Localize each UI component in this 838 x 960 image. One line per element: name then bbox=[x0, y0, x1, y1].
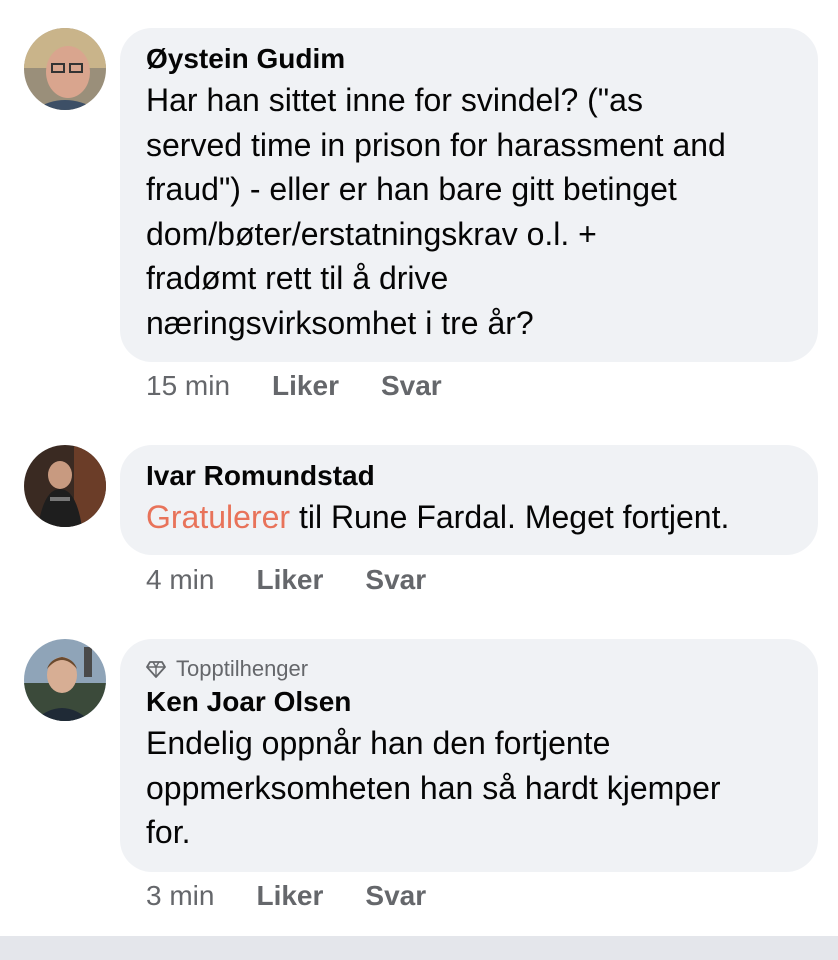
top-fan-badge: Topptilhenger bbox=[146, 655, 792, 683]
comment-text-line: Endelig oppnår han den fortjente bbox=[146, 725, 611, 761]
comment-text: Gratulerer til Rune Fardal. Meget fortje… bbox=[146, 495, 792, 540]
comment-timestamp[interactable]: 3 min bbox=[146, 879, 214, 913]
comment-text-line: fraud") - eller er han bare gitt betinge… bbox=[146, 171, 677, 207]
comment-text-line: fradømt rett til å drive bbox=[146, 260, 449, 296]
avatar-photo bbox=[24, 28, 106, 110]
comment-timestamp[interactable]: 4 min bbox=[146, 563, 214, 597]
comment-text-rest: til Rune Fardal. Meget fortjent. bbox=[290, 499, 730, 535]
comment-author[interactable]: Øystein Gudim bbox=[146, 42, 792, 76]
reply-button[interactable]: Svar bbox=[365, 879, 426, 913]
avatar-photo bbox=[24, 445, 106, 527]
comment-bubble-2: Ivar Romundstad Gratulerer til Rune Fard… bbox=[120, 445, 818, 555]
like-button[interactable]: Liker bbox=[272, 369, 339, 403]
avatar-oystein-gudim[interactable] bbox=[24, 28, 106, 110]
comment-bubble-1: Øystein Gudim Har han sittet inne for sv… bbox=[120, 28, 818, 362]
comment-actions-2: 4 min Liker Svar bbox=[146, 563, 468, 597]
comment-author[interactable]: Ken Joar Olsen bbox=[146, 685, 792, 719]
comment-actions-3: 3 min Liker Svar bbox=[146, 879, 468, 913]
comment-text-line: served time in prison for harassment and bbox=[146, 126, 726, 163]
comment-author[interactable]: Ivar Romundstad bbox=[146, 459, 792, 493]
like-button[interactable]: Liker bbox=[256, 563, 323, 597]
comment-bubble-3: Topptilhenger Ken Joar Olsen Endelig opp… bbox=[120, 639, 818, 872]
comment-text-line: for. bbox=[146, 814, 191, 850]
comment-text-line: Har han sittet inne for svindel? ("as bbox=[146, 82, 643, 118]
avatar-ivar-romundstad[interactable] bbox=[24, 445, 106, 527]
comment-timestamp[interactable]: 15 min bbox=[146, 369, 230, 403]
badge-label: Topptilhenger bbox=[176, 656, 309, 681]
comment-actions-1: 15 min Liker Svar bbox=[146, 369, 484, 403]
reply-button[interactable]: Svar bbox=[381, 369, 442, 403]
reply-button[interactable]: Svar bbox=[365, 563, 426, 597]
comment-text-line: oppmerksomheten han så hardt kjemper bbox=[146, 769, 721, 806]
comment-text-line: næringsvirksomhet i tre år? bbox=[146, 304, 534, 341]
like-button[interactable]: Liker bbox=[256, 879, 323, 913]
comment-text: Har han sittet inne for svindel? ("as se… bbox=[146, 78, 792, 345]
highlighted-word[interactable]: Gratulerer bbox=[146, 499, 290, 535]
avatar-photo bbox=[24, 639, 106, 721]
avatar-ken-joar-olsen[interactable] bbox=[24, 639, 106, 721]
comment-text-line: dom/bøter/erstatningskrav o.l. + bbox=[146, 215, 597, 252]
section-divider bbox=[0, 936, 838, 960]
diamond-icon bbox=[146, 659, 166, 679]
comment-text: Endelig oppnår han den fortjente oppmerk… bbox=[146, 721, 792, 855]
